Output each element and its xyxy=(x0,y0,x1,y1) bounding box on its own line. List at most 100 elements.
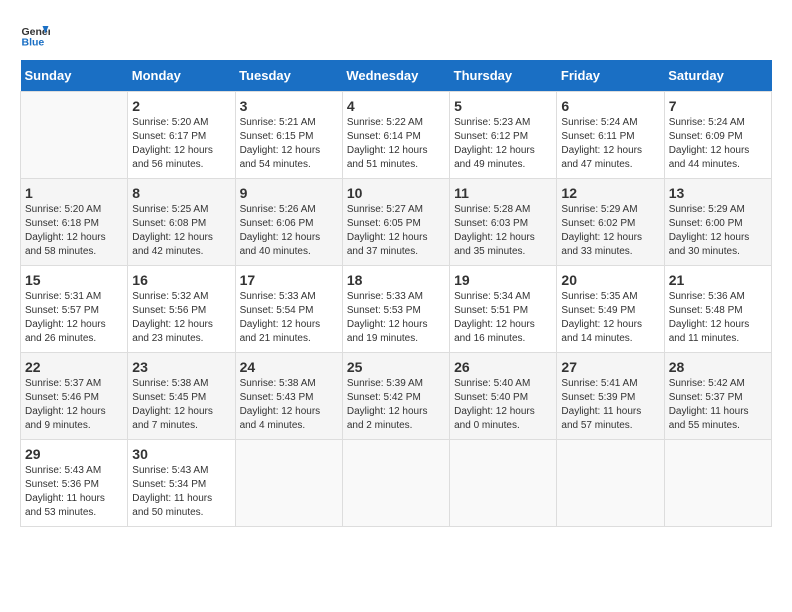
day-info: Sunrise: 5:32 AM Sunset: 5:56 PM Dayligh… xyxy=(132,290,230,346)
calendar-cell-1-1: 8 Sunrise: 5:25 AM Sunset: 6:08 PM Dayli… xyxy=(128,179,235,266)
header-tuesday: Tuesday xyxy=(235,60,342,92)
day-number: 8 xyxy=(132,185,230,201)
header-saturday: Saturday xyxy=(664,60,771,92)
day-info: Sunrise: 5:34 AM Sunset: 5:51 PM Dayligh… xyxy=(454,290,552,346)
logo: General Blue xyxy=(20,20,56,50)
day-info: Sunrise: 5:38 AM Sunset: 5:45 PM Dayligh… xyxy=(132,377,230,433)
day-number: 1 xyxy=(25,185,123,201)
day-info: Sunrise: 5:33 AM Sunset: 5:54 PM Dayligh… xyxy=(240,290,338,346)
calendar-table: SundayMondayTuesdayWednesdayThursdayFrid… xyxy=(20,60,772,527)
calendar-cell-1-6: 13 Sunrise: 5:29 AM Sunset: 6:00 PM Dayl… xyxy=(664,179,771,266)
calendar-cell-3-2: 24 Sunrise: 5:38 AM Sunset: 5:43 PM Dayl… xyxy=(235,353,342,440)
calendar-cell-2-6: 21 Sunrise: 5:36 AM Sunset: 5:48 PM Dayl… xyxy=(664,266,771,353)
day-number: 3 xyxy=(240,98,338,114)
day-info: Sunrise: 5:29 AM Sunset: 6:00 PM Dayligh… xyxy=(669,203,767,259)
svg-text:Blue: Blue xyxy=(22,37,45,49)
day-number: 18 xyxy=(347,272,445,288)
header-friday: Friday xyxy=(557,60,664,92)
day-number: 5 xyxy=(454,98,552,114)
calendar-cell-1-3: 10 Sunrise: 5:27 AM Sunset: 6:05 PM Dayl… xyxy=(342,179,449,266)
day-number: 24 xyxy=(240,359,338,375)
day-info: Sunrise: 5:37 AM Sunset: 5:46 PM Dayligh… xyxy=(25,377,123,433)
day-info: Sunrise: 5:33 AM Sunset: 5:53 PM Dayligh… xyxy=(347,290,445,346)
day-number: 9 xyxy=(240,185,338,201)
calendar-cell-3-6: 28 Sunrise: 5:42 AM Sunset: 5:37 PM Dayl… xyxy=(664,353,771,440)
header-sunday: Sunday xyxy=(21,60,128,92)
day-number: 30 xyxy=(132,446,230,462)
calendar-cell-1-4: 11 Sunrise: 5:28 AM Sunset: 6:03 PM Dayl… xyxy=(450,179,557,266)
calendar-cell-3-5: 27 Sunrise: 5:41 AM Sunset: 5:39 PM Dayl… xyxy=(557,353,664,440)
calendar-cell-4-5 xyxy=(557,440,664,527)
day-info: Sunrise: 5:38 AM Sunset: 5:43 PM Dayligh… xyxy=(240,377,338,433)
day-info: Sunrise: 5:23 AM Sunset: 6:12 PM Dayligh… xyxy=(454,116,552,172)
day-number: 6 xyxy=(561,98,659,114)
day-info: Sunrise: 5:25 AM Sunset: 6:08 PM Dayligh… xyxy=(132,203,230,259)
calendar-cell-2-2: 17 Sunrise: 5:33 AM Sunset: 5:54 PM Dayl… xyxy=(235,266,342,353)
calendar-cell-2-1: 16 Sunrise: 5:32 AM Sunset: 5:56 PM Dayl… xyxy=(128,266,235,353)
day-number: 17 xyxy=(240,272,338,288)
calendar-cell-2-4: 19 Sunrise: 5:34 AM Sunset: 5:51 PM Dayl… xyxy=(450,266,557,353)
calendar-cell-4-6 xyxy=(664,440,771,527)
calendar-week-2: 15 Sunrise: 5:31 AM Sunset: 5:57 PM Dayl… xyxy=(21,266,772,353)
day-info: Sunrise: 5:27 AM Sunset: 6:05 PM Dayligh… xyxy=(347,203,445,259)
day-info: Sunrise: 5:29 AM Sunset: 6:02 PM Dayligh… xyxy=(561,203,659,259)
header-monday: Monday xyxy=(128,60,235,92)
calendar-cell-2-5: 20 Sunrise: 5:35 AM Sunset: 5:49 PM Dayl… xyxy=(557,266,664,353)
calendar-cell-0-4: 5 Sunrise: 5:23 AM Sunset: 6:12 PM Dayli… xyxy=(450,92,557,179)
day-info: Sunrise: 5:43 AM Sunset: 5:34 PM Dayligh… xyxy=(132,464,230,520)
day-info: Sunrise: 5:31 AM Sunset: 5:57 PM Dayligh… xyxy=(25,290,123,346)
day-number: 29 xyxy=(25,446,123,462)
calendar-cell-2-3: 18 Sunrise: 5:33 AM Sunset: 5:53 PM Dayl… xyxy=(342,266,449,353)
calendar-cell-0-1: 2 Sunrise: 5:20 AM Sunset: 6:17 PM Dayli… xyxy=(128,92,235,179)
day-number: 4 xyxy=(347,98,445,114)
day-info: Sunrise: 5:26 AM Sunset: 6:06 PM Dayligh… xyxy=(240,203,338,259)
day-number: 20 xyxy=(561,272,659,288)
calendar-week-4: 29 Sunrise: 5:43 AM Sunset: 5:36 PM Dayl… xyxy=(21,440,772,527)
day-number: 22 xyxy=(25,359,123,375)
calendar-cell-4-0: 29 Sunrise: 5:43 AM Sunset: 5:36 PM Dayl… xyxy=(21,440,128,527)
day-info: Sunrise: 5:36 AM Sunset: 5:48 PM Dayligh… xyxy=(669,290,767,346)
day-info: Sunrise: 5:24 AM Sunset: 6:11 PM Dayligh… xyxy=(561,116,659,172)
day-number: 11 xyxy=(454,185,552,201)
day-number: 23 xyxy=(132,359,230,375)
calendar-week-3: 22 Sunrise: 5:37 AM Sunset: 5:46 PM Dayl… xyxy=(21,353,772,440)
day-info: Sunrise: 5:42 AM Sunset: 5:37 PM Dayligh… xyxy=(669,377,767,433)
calendar-cell-3-4: 26 Sunrise: 5:40 AM Sunset: 5:40 PM Dayl… xyxy=(450,353,557,440)
day-info: Sunrise: 5:35 AM Sunset: 5:49 PM Dayligh… xyxy=(561,290,659,346)
calendar-cell-0-5: 6 Sunrise: 5:24 AM Sunset: 6:11 PM Dayli… xyxy=(557,92,664,179)
calendar-cell-3-3: 25 Sunrise: 5:39 AM Sunset: 5:42 PM Dayl… xyxy=(342,353,449,440)
calendar-cell-3-0: 22 Sunrise: 5:37 AM Sunset: 5:46 PM Dayl… xyxy=(21,353,128,440)
calendar-cell-2-0: 15 Sunrise: 5:31 AM Sunset: 5:57 PM Dayl… xyxy=(21,266,128,353)
calendar-cell-1-0: 1 Sunrise: 5:20 AM Sunset: 6:18 PM Dayli… xyxy=(21,179,128,266)
day-number: 12 xyxy=(561,185,659,201)
day-number: 27 xyxy=(561,359,659,375)
header-thursday: Thursday xyxy=(450,60,557,92)
day-number: 15 xyxy=(25,272,123,288)
day-number: 28 xyxy=(669,359,767,375)
calendar-cell-0-2: 3 Sunrise: 5:21 AM Sunset: 6:15 PM Dayli… xyxy=(235,92,342,179)
day-number: 16 xyxy=(132,272,230,288)
calendar-cell-4-2 xyxy=(235,440,342,527)
day-number: 13 xyxy=(669,185,767,201)
day-number: 21 xyxy=(669,272,767,288)
calendar-cell-4-1: 30 Sunrise: 5:43 AM Sunset: 5:34 PM Dayl… xyxy=(128,440,235,527)
day-number: 26 xyxy=(454,359,552,375)
day-info: Sunrise: 5:41 AM Sunset: 5:39 PM Dayligh… xyxy=(561,377,659,433)
day-number: 7 xyxy=(669,98,767,114)
day-info: Sunrise: 5:39 AM Sunset: 5:42 PM Dayligh… xyxy=(347,377,445,433)
calendar-cell-0-6: 7 Sunrise: 5:24 AM Sunset: 6:09 PM Dayli… xyxy=(664,92,771,179)
day-info: Sunrise: 5:20 AM Sunset: 6:17 PM Dayligh… xyxy=(132,116,230,172)
day-number: 10 xyxy=(347,185,445,201)
calendar-cell-1-5: 12 Sunrise: 5:29 AM Sunset: 6:02 PM Dayl… xyxy=(557,179,664,266)
calendar-week-1: 1 Sunrise: 5:20 AM Sunset: 6:18 PM Dayli… xyxy=(21,179,772,266)
header-wednesday: Wednesday xyxy=(342,60,449,92)
day-number: 25 xyxy=(347,359,445,375)
day-info: Sunrise: 5:21 AM Sunset: 6:15 PM Dayligh… xyxy=(240,116,338,172)
calendar-cell-0-0 xyxy=(21,92,128,179)
day-info: Sunrise: 5:28 AM Sunset: 6:03 PM Dayligh… xyxy=(454,203,552,259)
calendar-cell-3-1: 23 Sunrise: 5:38 AM Sunset: 5:45 PM Dayl… xyxy=(128,353,235,440)
day-info: Sunrise: 5:40 AM Sunset: 5:40 PM Dayligh… xyxy=(454,377,552,433)
day-info: Sunrise: 5:43 AM Sunset: 5:36 PM Dayligh… xyxy=(25,464,123,520)
logo-icon: General Blue xyxy=(20,20,50,50)
calendar-cell-4-3 xyxy=(342,440,449,527)
